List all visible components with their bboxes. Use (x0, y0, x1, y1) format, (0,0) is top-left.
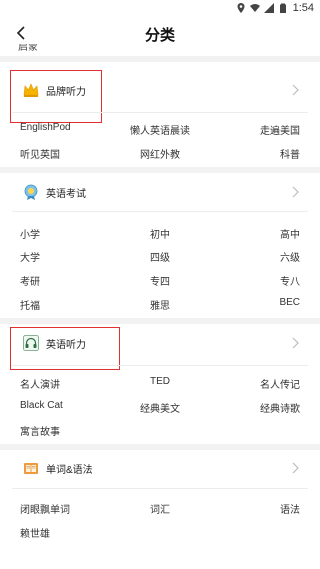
category-item[interactable]: 懒人英语晨读 (130, 122, 190, 137)
category-item[interactable]: Black Cat (20, 400, 63, 411)
section-title: 单词&语法 (46, 464, 93, 476)
battery-icon (279, 3, 286, 13)
category-item[interactable]: 闭眼飘单词 (20, 501, 70, 516)
category-item[interactable]: 雅思 (150, 297, 170, 312)
category-row: EnglishPod 懒人英语晨读 走遍美国 (0, 122, 320, 138)
separator (12, 488, 308, 489)
status-bar: 1:54 (0, 0, 320, 16)
category-row: 寓言故事 (0, 423, 320, 439)
category-item[interactable]: 大学 (20, 249, 40, 264)
category-item[interactable]: 语法 (280, 501, 300, 516)
highlight-box (10, 70, 102, 123)
location-icon (237, 3, 245, 13)
category-item[interactable]: 经典美文 (140, 400, 180, 415)
certificate-icon (24, 184, 38, 200)
category-row: 名人演讲 TED 名人传记 (0, 376, 320, 392)
nav-header: 分类 (0, 16, 320, 50)
wifi-icon (249, 4, 260, 12)
section-header-vocab-grammar[interactable]: 单词&语法 (0, 449, 320, 487)
category-item[interactable]: 经典诗歌 (260, 400, 300, 415)
status-time: 1:54 (292, 2, 314, 14)
category-item[interactable]: 六级 (280, 249, 300, 264)
category-row: Black Cat 经典美文 经典诗歌 (0, 400, 320, 416)
category-item[interactable]: 名人传记 (260, 376, 300, 391)
category-item[interactable]: 专四 (150, 273, 170, 288)
category-row: 托福 雅思 BEC (0, 297, 320, 313)
category-item[interactable]: 赖世雄 (20, 525, 50, 540)
highlight-box (10, 327, 120, 370)
category-item[interactable]: 初中 (150, 226, 170, 241)
category-item[interactable]: TED (150, 376, 170, 387)
category-item[interactable]: 名人演讲 (20, 376, 60, 391)
category-item[interactable]: 词汇 (150, 501, 170, 516)
chevron-right-icon (292, 84, 299, 96)
category-item[interactable]: 走遍美国 (260, 122, 300, 137)
category-item[interactable]: 四级 (150, 249, 170, 264)
category-item[interactable]: EnglishPod (20, 122, 71, 133)
separator (12, 112, 308, 113)
chevron-right-icon (292, 462, 299, 474)
section-divider (0, 56, 320, 62)
page-title: 分类 (144, 27, 175, 44)
category-item[interactable]: 托福 (20, 297, 40, 312)
category-item[interactable]: 听见英国 (20, 146, 60, 161)
category-row: 听见英国 网红外教 科普 (0, 146, 320, 162)
category-item[interactable]: BEC (279, 297, 300, 308)
section-title: 英语考试 (46, 188, 86, 200)
category-row: 大学 四级 六级 (0, 249, 320, 265)
category-row: 闭眼飘单词 词汇 语法 (0, 501, 320, 517)
chevron-right-icon (292, 337, 299, 349)
category-item[interactable]: 小学 (20, 226, 40, 241)
category-row: 小学 初中 高中 (0, 226, 320, 242)
category-item[interactable]: 科普 (280, 146, 300, 161)
partial-category-item[interactable]: 启蒙 (18, 44, 38, 52)
category-item[interactable]: 寓言故事 (20, 423, 60, 438)
book-icon (24, 463, 38, 474)
category-row: 考研 专四 专八 (0, 273, 320, 289)
section-header-english-exam[interactable]: 英语考试 (0, 173, 320, 211)
category-item[interactable]: 高中 (280, 226, 300, 241)
category-item[interactable]: 网红外教 (140, 146, 180, 161)
separator (12, 211, 308, 212)
category-row: 赖世雄 (0, 525, 320, 541)
separator (12, 365, 308, 366)
chevron-right-icon (292, 186, 299, 198)
category-item[interactable]: 专八 (280, 273, 300, 288)
category-item[interactable]: 考研 (20, 273, 40, 288)
signal-icon (263, 3, 274, 13)
